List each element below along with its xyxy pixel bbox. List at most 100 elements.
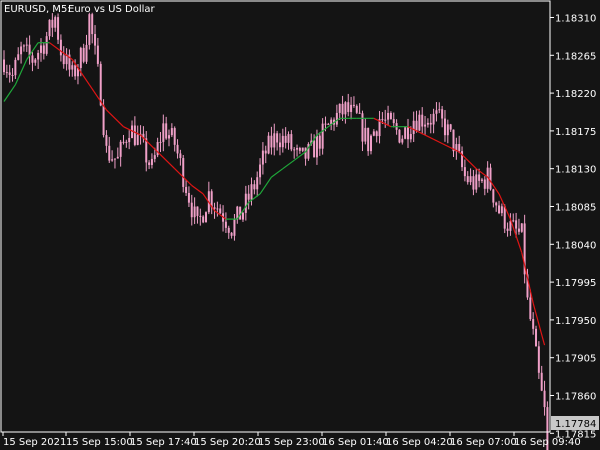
candle-body — [51, 19, 54, 28]
symbol-description-label: Euro vs US Dollar — [68, 4, 156, 15]
candle-body — [412, 120, 415, 134]
candle-body — [133, 125, 136, 145]
candle-body — [529, 297, 532, 320]
candle-body — [432, 113, 435, 125]
y-tick-label: 1.18175 — [555, 127, 596, 138]
candle-body — [224, 221, 227, 228]
candle — [182, 155, 185, 193]
candle-body — [489, 167, 492, 190]
candle-body — [45, 36, 48, 54]
candle-body — [94, 34, 97, 46]
candle-body — [119, 141, 122, 157]
current-price-marker: 1.17784 — [551, 416, 599, 430]
candle-body — [91, 14, 94, 35]
price-chart[interactable]: 1.18310 1.18265 1.18220 1.18175 1.18130 1.180… — [0, 0, 600, 450]
candle-body — [392, 119, 395, 124]
candle-body — [327, 123, 330, 125]
candle-body — [469, 176, 472, 183]
candle-body — [324, 123, 327, 125]
candle-body — [287, 134, 290, 143]
candle-body — [34, 59, 37, 63]
candle-body — [128, 137, 131, 143]
candle-body — [341, 103, 344, 115]
candle-body — [5, 72, 8, 74]
x-tick-label: 15 Sep 2021 — [3, 437, 66, 448]
x-tick-label: 16 Sep 09:40 — [514, 437, 581, 448]
candle-body — [517, 228, 520, 232]
candle-body — [111, 159, 114, 161]
candle-body — [452, 129, 455, 152]
candle-body — [256, 177, 259, 190]
candle — [535, 325, 538, 347]
candle-body — [409, 133, 412, 140]
candle-body — [122, 141, 125, 143]
candle-body — [443, 118, 446, 136]
candle-body — [466, 176, 469, 183]
candle-body — [20, 46, 23, 55]
x-tick-label: 15 Sep 23:00 — [258, 437, 325, 448]
candle-body — [446, 124, 449, 136]
candle-body — [472, 176, 475, 190]
candle-body — [3, 59, 5, 73]
candle-body — [227, 227, 230, 233]
candle-body — [116, 156, 119, 159]
candle-body — [250, 184, 253, 200]
candle-body — [429, 122, 432, 125]
candle — [57, 13, 60, 45]
candle-body — [168, 135, 171, 139]
candle — [404, 126, 407, 140]
candle-body — [449, 124, 452, 130]
candle-body — [219, 208, 222, 214]
candle-body — [108, 145, 111, 161]
candle-body — [264, 150, 267, 154]
candle-body — [37, 52, 40, 60]
candle — [88, 12, 91, 50]
x-tick-label: 16 Sep 04:20 — [386, 437, 453, 448]
candle-body — [540, 372, 543, 391]
candle-body — [202, 216, 205, 223]
candle-body — [185, 186, 188, 193]
x-tick-label: 15 Sep 15:00 — [66, 437, 133, 448]
candle-body — [284, 135, 287, 143]
x-tick-label: 16 Sep 01:40 — [322, 437, 389, 448]
candle-body — [261, 150, 264, 165]
candle-body — [48, 19, 51, 37]
candle-body — [11, 75, 14, 77]
candle-body — [293, 149, 296, 151]
candle-body — [372, 131, 375, 136]
candle-body — [199, 215, 202, 217]
candle-body — [25, 44, 28, 46]
y-tick-label: 1.17905 — [555, 354, 596, 365]
candle-body — [253, 184, 256, 190]
y-tick-label: 1.18265 — [555, 51, 596, 62]
candle-body — [355, 105, 358, 113]
candle-body — [483, 179, 486, 189]
candle-body — [387, 112, 390, 120]
candle-body — [216, 208, 219, 210]
symbol-timeframe-label: EURUSD, M5: — [4, 4, 71, 15]
candle — [398, 129, 401, 144]
candle-body — [54, 17, 57, 28]
candle-body — [136, 134, 139, 145]
candle-body — [315, 135, 318, 158]
candle-body — [520, 223, 523, 232]
candle-body — [335, 112, 338, 125]
candle-body — [270, 135, 273, 148]
candle-body — [204, 212, 207, 223]
current-price-label: 1.17784 — [555, 419, 596, 430]
candle-body — [389, 112, 392, 120]
candle-body — [39, 45, 42, 53]
candle-body — [247, 193, 250, 200]
candle-body — [17, 54, 20, 60]
candle-body — [159, 141, 162, 143]
candle-body — [338, 103, 341, 113]
candle — [523, 214, 526, 284]
candle-body — [179, 153, 182, 159]
candle-body — [85, 44, 88, 62]
candle-body — [42, 45, 45, 54]
candle-body — [441, 109, 444, 119]
candle-body — [281, 135, 284, 148]
candle-body — [125, 141, 128, 143]
candle-body — [193, 206, 196, 218]
candle-body — [14, 59, 17, 76]
